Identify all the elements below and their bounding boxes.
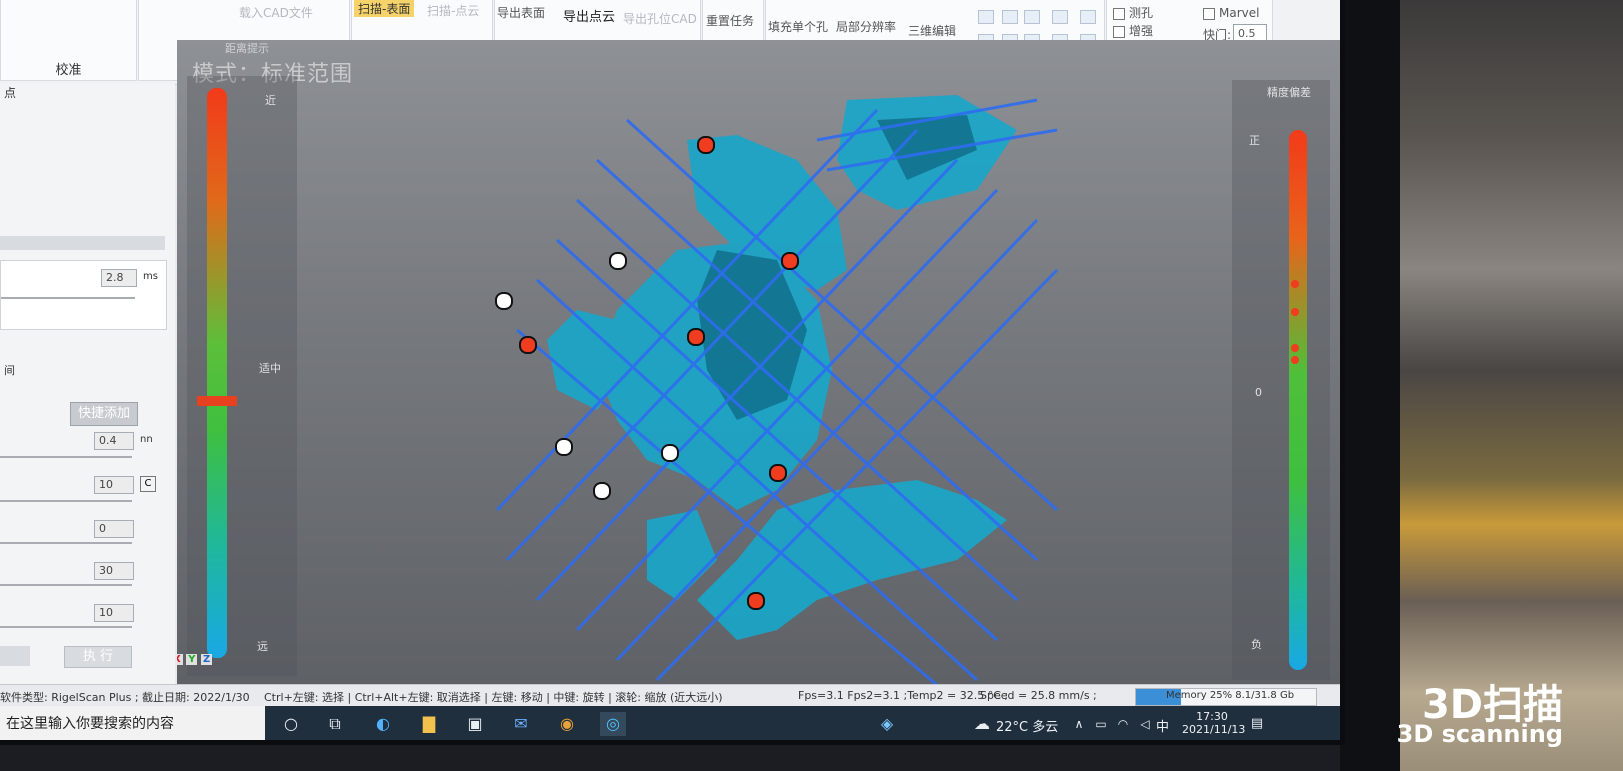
marker-white[interactable] xyxy=(593,482,611,500)
unit-ms: ms xyxy=(143,271,158,282)
local-resolution-button[interactable]: 局部分辨率 xyxy=(836,18,896,35)
background-room xyxy=(1390,0,1623,771)
fill-hole-button[interactable]: 填充单个孔 xyxy=(768,18,828,35)
marvel-checkbox[interactable]: Marvel xyxy=(1203,6,1259,20)
measure-hole-checkbox[interactable]: 测孔 xyxy=(1113,4,1153,21)
marker-red[interactable] xyxy=(687,328,705,346)
exposure-section: 2.8 ms xyxy=(0,260,167,330)
speed-readout: Speed = 25.8 mm/s ; xyxy=(980,689,1097,702)
enhance-checkbox[interactable]: 增强 xyxy=(1113,22,1153,39)
marker-red[interactable] xyxy=(769,464,787,482)
section-header xyxy=(0,236,165,250)
reset-icon[interactable]: C xyxy=(140,476,156,492)
trash-icon[interactable] xyxy=(1080,10,1096,24)
scan-model[interactable] xyxy=(177,40,1340,685)
exposure-slider[interactable] xyxy=(1,297,135,299)
marker-red[interactable] xyxy=(697,136,715,154)
shortcuts-hint: Ctrl+左键: 选择 | Ctrl+Alt+左键: 取消选择 | 左键: 移动… xyxy=(264,691,723,704)
side-label: 间 xyxy=(4,364,15,377)
select-icon[interactable] xyxy=(978,10,994,24)
marker-red[interactable] xyxy=(747,592,765,610)
network-app-icon[interactable]: ◈ xyxy=(874,712,900,736)
overlay-title-en: 3D scanning xyxy=(1396,720,1563,748)
memory-bar: Memory 25% 8.1/31.8 Gb xyxy=(1135,688,1317,706)
reset-task-button[interactable]: 重置任务 xyxy=(706,12,754,29)
unit-mm: nn xyxy=(140,434,153,445)
file-explorer-icon[interactable]: ▇ xyxy=(416,712,442,736)
cortana-icon[interactable]: ○ xyxy=(278,712,304,736)
deselect-icon[interactable] xyxy=(1002,10,1018,24)
prev-button[interactable] xyxy=(0,646,30,666)
param-field-4[interactable]: 30 xyxy=(94,562,134,580)
param-divider xyxy=(0,626,132,628)
param-field-3[interactable]: 0 xyxy=(94,520,134,538)
param-divider xyxy=(0,456,132,458)
mail-icon[interactable]: ✉ xyxy=(508,712,534,736)
volume-icon[interactable]: ◁ xyxy=(1132,712,1158,736)
task-view-icon[interactable]: ⧉ xyxy=(322,712,348,736)
3d-edit-button[interactable]: 三维编辑 xyxy=(908,22,956,39)
screen: 校准 载入CAD文件 扫描定位标点 扫描-表面 扫描-点云 扫描 导出表面 导出… xyxy=(0,0,1340,740)
exposure-input[interactable]: 2.8 xyxy=(101,269,137,287)
memory-readout: Memory 25% 8.1/31.8 Gb xyxy=(1166,690,1295,701)
chrome-icon[interactable]: ◉ xyxy=(554,712,580,736)
bracket-icon[interactable] xyxy=(1052,10,1068,24)
param-field-1[interactable]: 0.4 xyxy=(94,432,134,450)
edge-icon[interactable]: ◐ xyxy=(370,712,396,736)
clock-time: 17:30 xyxy=(1196,710,1228,723)
rigelscan-app-icon[interactable]: ◎ xyxy=(600,712,626,736)
notification-icon[interactable]: ▤ xyxy=(1244,712,1270,736)
scan-point-cloud-button[interactable]: 扫描-点云 xyxy=(427,2,479,19)
monitor: 校准 载入CAD文件 扫描定位标点 扫描-表面 扫描-点云 扫描 导出表面 导出… xyxy=(0,0,1345,745)
clock[interactable]: 17:30 2021/11/13 xyxy=(1182,710,1246,736)
product-info: 软件类型: RigelScan Plus ; 截止日期: 2022/1/30 xyxy=(0,691,250,704)
group-caption: 校准 xyxy=(55,63,82,78)
clock-date: 2021/11/13 xyxy=(1182,723,1246,736)
3d-viewport[interactable]: 距离提示 模式：标准范围 近 适中 远 X Y Z 精度偏差 正 0 负 xyxy=(177,40,1340,685)
ime-indicator[interactable]: 中 xyxy=(1156,716,1169,735)
monitor-bezel xyxy=(1340,0,1400,771)
weather-label[interactable]: 22°C 多云 xyxy=(996,716,1058,735)
taskbar-search-input[interactable]: 在这里输入你要搜索的内容 xyxy=(0,706,265,740)
param-divider xyxy=(0,584,132,586)
param-divider xyxy=(0,542,132,544)
fps-readout: Fps=3.1 Fps2=3.1 ;Temp2 = 32.5 °C ; xyxy=(798,689,1009,702)
export-surface-button[interactable]: 导出表面 xyxy=(497,4,545,21)
align-icon[interactable] xyxy=(1024,10,1040,24)
status-bar: 软件类型: RigelScan Plus ; 截止日期: 2022/1/30 C… xyxy=(0,684,1340,707)
export-hole-cad-button[interactable]: 导出孔位CAD xyxy=(623,10,697,27)
store-icon[interactable]: ▣ xyxy=(462,712,488,736)
param-field-2[interactable]: 10 xyxy=(94,476,134,494)
quick-add-button[interactable]: 快捷添加 xyxy=(70,402,138,426)
cloud-icon: ☁ xyxy=(974,714,990,733)
marker-red[interactable] xyxy=(519,336,537,354)
point-label: 点 xyxy=(4,86,17,100)
marker-white[interactable] xyxy=(609,252,627,270)
export-point-cloud-button[interactable]: 导出点云 xyxy=(563,6,615,25)
settings-panel: 点 2.8 ms 间 快捷添加 0.4 nn 10 C 0 30 10 执 行 xyxy=(0,84,175,684)
marker-white[interactable] xyxy=(555,438,573,456)
param-field-5[interactable]: 10 xyxy=(94,604,134,622)
execute-button[interactable]: 执 行 xyxy=(64,646,132,668)
param-divider xyxy=(0,500,132,502)
marker-white[interactable] xyxy=(495,292,513,310)
marker-white[interactable] xyxy=(661,444,679,462)
marker-red[interactable] xyxy=(781,252,799,270)
load-cad-button[interactable]: 载入CAD文件 xyxy=(239,4,313,21)
group-calibration: 校准 xyxy=(0,0,137,81)
scan-surface-button[interactable]: 扫描-表面 xyxy=(354,0,415,17)
